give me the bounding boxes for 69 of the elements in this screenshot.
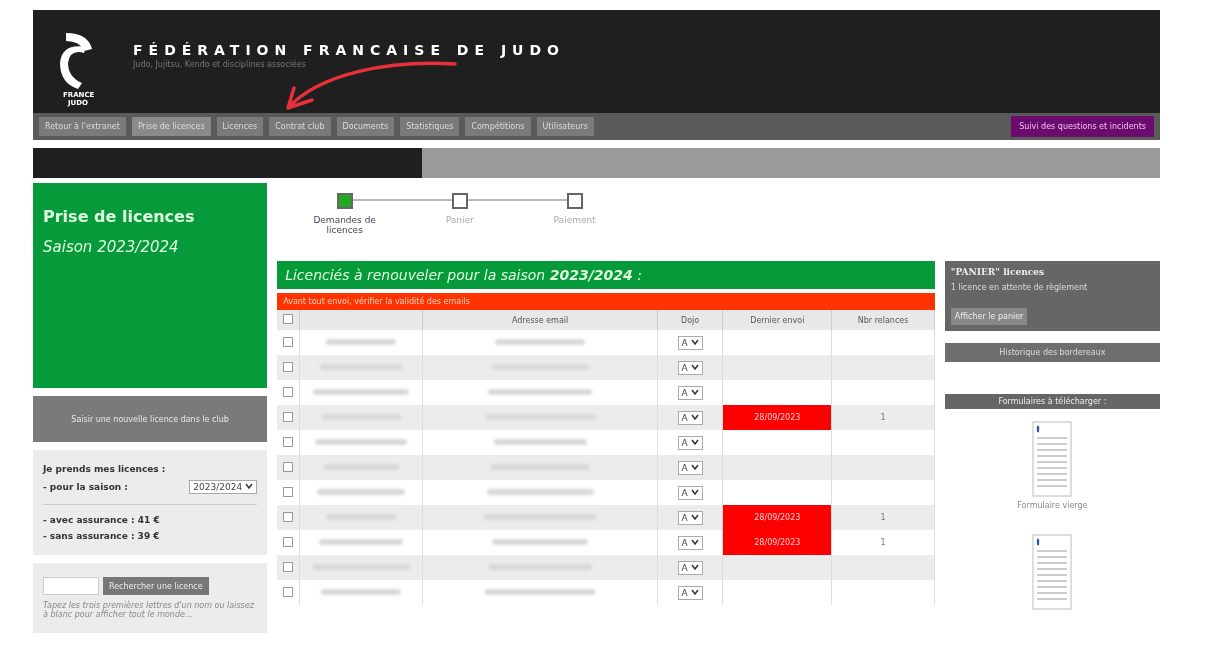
column-header: Adresse email bbox=[422, 310, 658, 330]
blurred-name bbox=[326, 339, 397, 345]
chevron-icon bbox=[690, 337, 699, 346]
dojo-select[interactable]: A bbox=[677, 485, 703, 500]
checkbox[interactable] bbox=[283, 411, 294, 422]
chevron-icon bbox=[690, 462, 699, 471]
checkbox[interactable] bbox=[283, 436, 294, 447]
checkbox[interactable] bbox=[283, 314, 294, 324]
season-label: Saison 2023/2024 bbox=[43, 238, 180, 256]
checkbox[interactable] bbox=[283, 536, 294, 547]
dojo-select[interactable]: A bbox=[677, 410, 703, 425]
forms-heading: Formulaires à télécharger : bbox=[944, 394, 1160, 409]
dojo-select[interactable]: A bbox=[677, 585, 703, 600]
checkbox[interactable] bbox=[283, 511, 294, 522]
chevron-icon bbox=[690, 362, 699, 371]
site-title: FÉDÉRATION FRANCAISE DE JUDO bbox=[133, 42, 565, 58]
warning-banner: Avant tout envoi, vérifier la validité des emails bbox=[277, 293, 935, 310]
dojo-select[interactable]: A bbox=[677, 435, 703, 450]
chevron-icon bbox=[690, 537, 699, 546]
document-icon[interactable] bbox=[1032, 534, 1073, 610]
checkbox[interactable] bbox=[283, 336, 294, 347]
last-sent-date: 28/09/2023 bbox=[722, 405, 832, 430]
form-caption: Formulaire vierge bbox=[1017, 501, 1088, 510]
page-title: Prise de licences bbox=[43, 207, 196, 226]
checkbox[interactable] bbox=[283, 386, 294, 397]
column-header: Dernier envoi bbox=[722, 310, 832, 330]
new-licence-button[interactable]: Saisir une nouvelle licence dans le club bbox=[33, 396, 268, 442]
dojo-select[interactable]: A bbox=[677, 360, 703, 375]
dojo-select[interactable]: A bbox=[677, 535, 703, 550]
support-link[interactable]: Suivi des questions et incidents bbox=[1011, 116, 1154, 137]
chevron-icon bbox=[690, 562, 699, 571]
table-title: Licenciés à renouveler pour la saison 2023/2024 : bbox=[277, 261, 935, 289]
dojo-select[interactable]: A bbox=[677, 460, 703, 475]
site-subtitle: Judo, Jujitsu, Kendo et disciplines associées bbox=[133, 60, 307, 69]
pricing-heading: Je prends mes licences : bbox=[43, 464, 167, 474]
chevron-icon bbox=[690, 487, 699, 496]
cart-status: 1 licence en attente de règlement bbox=[950, 283, 1089, 292]
search-button[interactable]: Rechercher une licence bbox=[103, 577, 209, 595]
price-text: - sans assurance : 39 € bbox=[43, 531, 161, 541]
last-sent-date: 28/09/2023 bbox=[722, 505, 832, 530]
checkbox[interactable] bbox=[283, 586, 294, 597]
chevron-icon bbox=[690, 512, 699, 521]
cart-title: "PANIER" licences bbox=[950, 267, 1046, 277]
season-label: - pour la saison : bbox=[43, 482, 128, 492]
dojo-select[interactable]: A bbox=[677, 335, 703, 350]
last-sent-date: 28/09/2023 bbox=[722, 530, 832, 555]
checkbox[interactable] bbox=[283, 486, 294, 497]
document-icon[interactable] bbox=[1032, 421, 1073, 497]
column-header: Dojo bbox=[657, 310, 723, 330]
history-button[interactable]: Historique des bordereaux bbox=[944, 343, 1160, 362]
dojo-select[interactable]: A bbox=[677, 560, 703, 575]
column-header: Nbr relances bbox=[831, 310, 935, 330]
price-text: - avec assurance : 41 € bbox=[43, 515, 161, 525]
chevron-icon bbox=[690, 437, 699, 446]
chevron-icon bbox=[690, 587, 699, 596]
checkbox[interactable] bbox=[283, 361, 294, 372]
checkbox[interactable] bbox=[283, 561, 294, 572]
search-hint: Tapez les trois premières lettres d'un nom ou laissez à blanc pour afficher tout le monde... bbox=[43, 601, 255, 619]
chevron-icon bbox=[690, 387, 699, 396]
season-select[interactable]: 2023/2024 bbox=[189, 480, 258, 494]
dojo-select[interactable]: A bbox=[677, 385, 703, 400]
step-label: Panier bbox=[444, 215, 475, 225]
search-field[interactable] bbox=[43, 577, 99, 595]
step-label: Paiement bbox=[552, 215, 597, 225]
checkbox[interactable] bbox=[283, 461, 294, 472]
chevron-icon bbox=[690, 412, 699, 421]
chevron-icon bbox=[245, 482, 254, 490]
step-label: Demandes de licences bbox=[312, 215, 377, 235]
dojo-select[interactable]: A bbox=[677, 510, 703, 525]
